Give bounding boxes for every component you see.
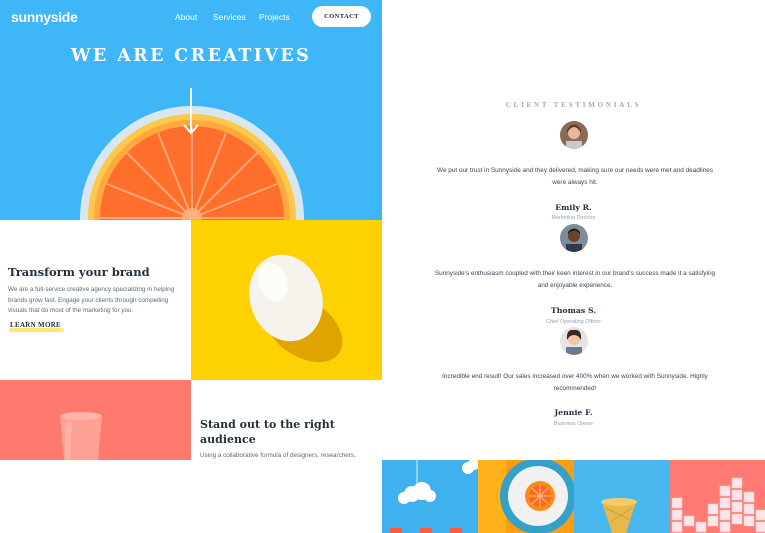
contact-button[interactable]: CONTACT bbox=[312, 6, 371, 27]
gallery-image-cone bbox=[574, 460, 670, 533]
gallery-image-sugarcubes bbox=[670, 460, 765, 533]
testimonial-quote: We put our trust in Sunnyside and they d… bbox=[437, 167, 713, 186]
testimonial-role: Marketing Director bbox=[551, 215, 596, 221]
testimonial-name: Emily R. bbox=[555, 203, 592, 212]
testimonial-name: Jennie F. bbox=[554, 408, 593, 417]
standout-title: Stand out to the right audience bbox=[200, 418, 335, 446]
learn-more-link[interactable]: LEARN MORE bbox=[10, 321, 61, 329]
testimonial-role: Chief Operating Officer bbox=[545, 319, 602, 325]
nav-about[interactable]: About bbox=[175, 12, 197, 22]
cup-image bbox=[0, 380, 191, 460]
transform-title: Transform your brand bbox=[8, 265, 150, 279]
avatar bbox=[560, 121, 588, 149]
gallery-image-orange bbox=[478, 460, 574, 533]
testimonial-role: Business Owner bbox=[553, 421, 594, 427]
avatar bbox=[560, 224, 588, 252]
hero-title: WE ARE CREATIVES bbox=[70, 46, 312, 66]
testimonial-name: Thomas S. bbox=[550, 306, 597, 315]
arrow-down-icon[interactable] bbox=[183, 88, 199, 136]
testimonial-quote: Sunnyside's enthusiasm coupled with thei… bbox=[434, 270, 716, 289]
gallery-image-milkbottles bbox=[382, 460, 478, 533]
testimonial-quote: Incredible end result! Our sales increas… bbox=[442, 373, 708, 392]
avatar bbox=[560, 327, 588, 355]
nav-services[interactable]: Services bbox=[213, 12, 246, 22]
logo[interactable]: sunnyside bbox=[11, 9, 78, 25]
transform-text: We are a full-service creative agency sp… bbox=[8, 286, 175, 314]
nav-projects[interactable]: Projects bbox=[259, 12, 290, 22]
standout-text: Using a collaborative formula of designe… bbox=[200, 452, 356, 459]
testimonials-heading: CLIENT TESTIMONIALS bbox=[505, 101, 642, 109]
egg-image bbox=[191, 220, 382, 380]
